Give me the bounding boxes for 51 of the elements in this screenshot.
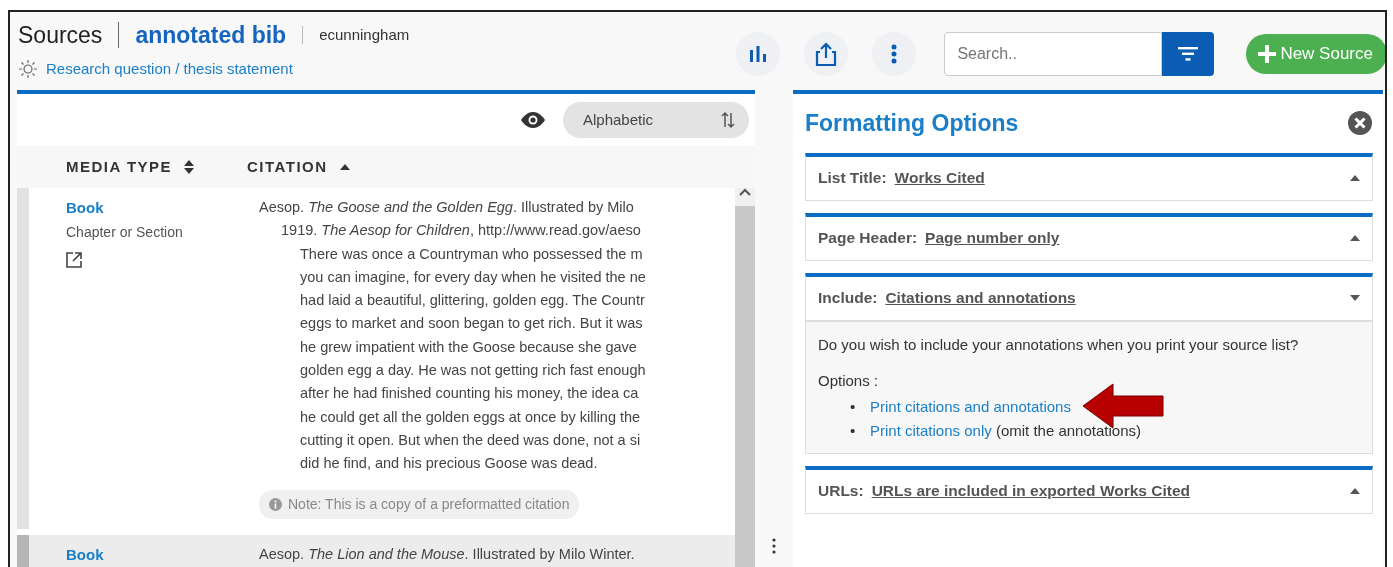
more-options-button[interactable] (872, 32, 917, 76)
bar-chart-icon (748, 44, 769, 64)
source-row[interactable]: Book Aesop. The Lion and the Mouse. Illustrated by Milo Winter. (17, 534, 735, 567)
annotation-text: did he find, and his precious Goose was dead. (299, 454, 599, 474)
media-subtype: Chapter or Section (66, 223, 184, 242)
external-link-icon[interactable] (66, 251, 82, 268)
citation-text: 1919. The Aesop for Children, http://www.read.gov/aeso (280, 221, 642, 241)
sort-arrows-icon (721, 111, 735, 129)
column-header[interactable]: MEDIA TYPE (17, 155, 247, 179)
annotation-text: he grew impatient with the Goose because she gave (299, 337, 638, 357)
search-field[interactable]: Search.. (944, 32, 1163, 76)
statistics-button[interactable] (736, 32, 781, 76)
annotation-text: golden egg a day. He was not getting rich fast enough (299, 361, 647, 381)
research-question-link[interactable]: Research question / thesis statement (46, 58, 293, 81)
annotation-text: you can imagine, for every day when he visited the ne (299, 267, 647, 287)
annotation-text: eggs to market and soon began to get rich. But it was (299, 314, 644, 334)
panel-title: Formatting Options (805, 109, 1019, 138)
question-text: Do you wish to include your annotations when you print your source list? (818, 334, 1300, 355)
sort-dropdown[interactable]: Alphabetic (563, 102, 749, 138)
annotation-text: after he had finished counting his money, the idea ca (299, 384, 640, 404)
share-icon (814, 41, 839, 67)
annotation-text: he could get all the golden eggs at once by killing the (299, 407, 642, 427)
option-link[interactable]: Print citations and annotations (870, 397, 1071, 415)
filter-button[interactable] (1162, 32, 1215, 76)
media-type-link[interactable]: Book (66, 196, 259, 220)
annotation-text: had laid a beautiful, glittering, golden egg. The Countr (299, 291, 646, 311)
option-link[interactable]: Print citations only (870, 421, 992, 439)
plus-icon (1258, 45, 1277, 63)
page-title: Sources (18, 20, 103, 50)
project-title: annotated bib (135, 20, 287, 50)
scrollbar[interactable] (735, 188, 755, 567)
options-label: Options : (818, 371, 880, 391)
close-icon[interactable] (1347, 110, 1373, 137)
media-type-link[interactable]: Book (66, 542, 259, 567)
annotation-text: There was once a Countryman who possessed the m (299, 244, 644, 264)
eye-icon[interactable] (521, 112, 545, 128)
username: ecunningham (319, 24, 410, 45)
option-note: (omit the annotations) (994, 421, 1141, 439)
citation-text: Aesop. The Goose and the Golden Egg. Illustrated by Milo (259, 198, 635, 217)
bullet-mark: • (850, 420, 857, 441)
resize-handle-icon[interactable] (772, 538, 776, 554)
bullet-mark: • (850, 396, 857, 417)
info-icon (269, 497, 282, 511)
citation-text: Aesop. The Lion and the Mouse. Illustrated by Milo Winter. (259, 544, 636, 564)
filter-icon (1178, 47, 1199, 61)
more-icon (891, 44, 898, 64)
annotation-text: cutting it open. But when the deed was done, not a si (299, 430, 642, 450)
note-label: Note: This is a copy of a preformatted citation (259, 489, 580, 519)
column-header[interactable]: CITATION (247, 155, 350, 179)
share-button[interactable] (804, 32, 849, 76)
scroll-up-icon[interactable] (739, 188, 751, 196)
